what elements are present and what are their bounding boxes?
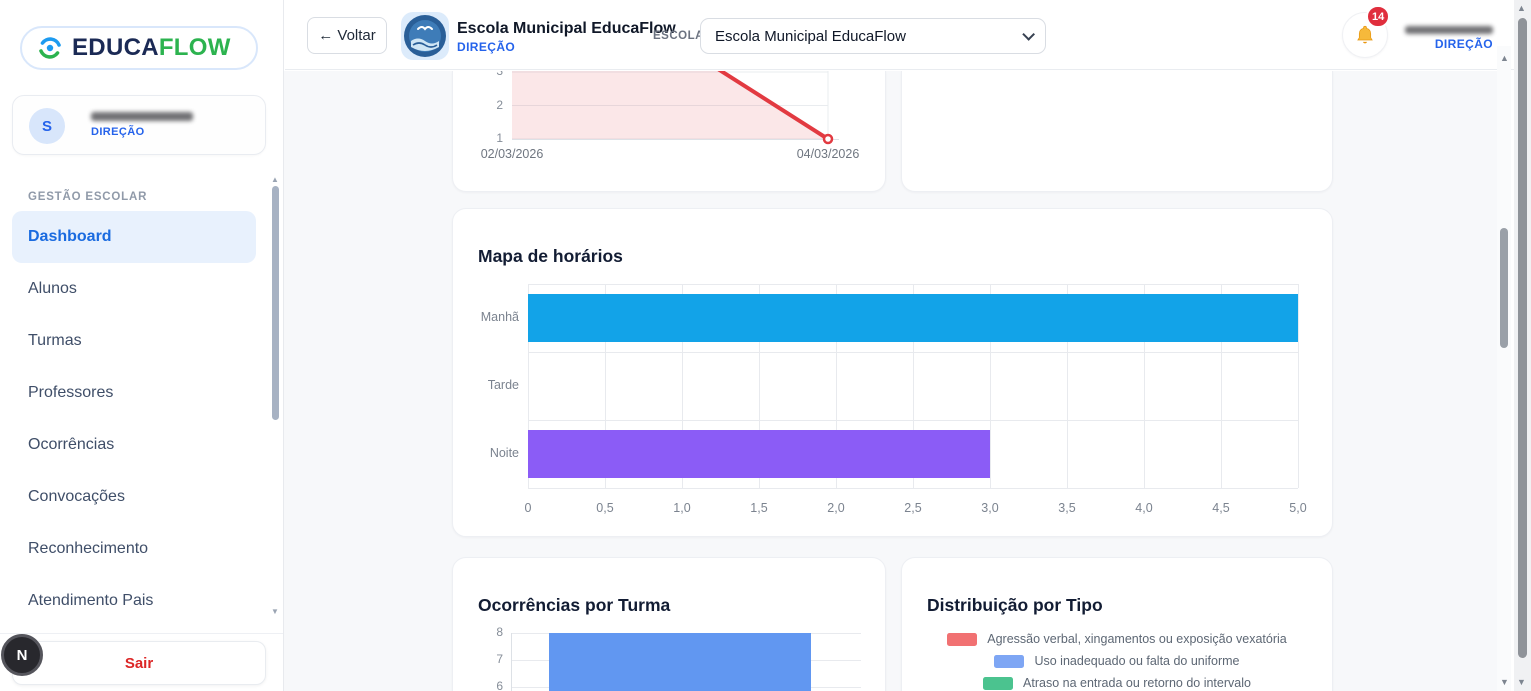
legend-swatch (994, 655, 1024, 668)
notification-count-badge: 14 (1366, 5, 1390, 28)
school-role-label: DIREÇÃO (457, 40, 515, 54)
line-x-tick: 02/03/2026 (467, 147, 557, 161)
main-content: 3 2 1 02/03/2026 04/03/2026 Mapa de horário… (284, 71, 1497, 691)
legend-swatch (947, 633, 977, 646)
bar-manha (528, 294, 1298, 342)
top-header: ← Voltar Escola Municipal EducaFlow DIRE… (285, 0, 1514, 70)
legend-label: Agressão verbal, xingamentos ou exposiçã… (987, 632, 1286, 646)
grid-line (528, 420, 1298, 421)
distribuicao-tipo-legend: Agressão verbal, xingamentos ou exposiçã… (902, 628, 1332, 691)
turma-y-tick: 7 (481, 652, 503, 666)
mapa-x-tick: 2,5 (893, 501, 933, 515)
back-button[interactable]: ← Voltar (307, 17, 387, 54)
grid-line (528, 488, 1298, 489)
school-select-label: ESCOLA (653, 30, 704, 42)
redacted-user-name (91, 112, 193, 121)
footer-avatar[interactable]: N (1, 634, 43, 676)
legend-item: Uso inadequado ou falta do uniforme (902, 650, 1332, 672)
line-y-tick: 2 (473, 98, 503, 112)
mapa-horarios-title: Mapa de horários (478, 246, 623, 267)
app-window: EDUCAFLOW S DIREÇÃO GESTÃO ESCOLAR Dashb… (0, 0, 1531, 691)
sidebar-nav: DashboardAlunosTurmasProfessoresOcorrênc… (12, 211, 256, 627)
grid-line (528, 284, 1298, 285)
header-user-role: DIREÇÃO (1403, 37, 1493, 51)
school-select[interactable]: Escola Municipal EducaFlow (700, 18, 1046, 54)
distribuicao-tipo-title: Distribuição por Tipo (927, 595, 1103, 616)
redacted-header-user-name (1405, 26, 1493, 34)
sidebar-item-ocorrencias[interactable]: Ocorrências (12, 419, 256, 471)
window-scrollbar[interactable]: ▲ ▼ (1514, 0, 1531, 691)
bar-noite (528, 430, 990, 478)
turma-y-tick: 6 (481, 679, 503, 691)
mapa-x-tick: 1,0 (662, 501, 702, 515)
ocorrencias-turma-chart: 876 (511, 633, 861, 691)
sidebar-item-turmas[interactable]: Turmas (12, 315, 256, 367)
mapa-x-tick: 3,0 (970, 501, 1010, 515)
mapa-category-label: Manhã (453, 310, 519, 324)
mapa-horarios-card: Mapa de horários Manhã Tarde Noite 0 0,5 1,0… (452, 208, 1333, 537)
content-scrollbar[interactable]: ▲ ▼ (1497, 46, 1511, 691)
window-scroll-down-icon[interactable]: ▼ (1517, 678, 1526, 687)
sidebar-item-alunos[interactable]: Alunos (12, 263, 256, 315)
sidebar-user-card[interactable]: S DIREÇÃO (12, 95, 266, 155)
line-y-tick: 1 (473, 131, 503, 145)
legend-label: Atraso na entrada ou retorno do interval… (1023, 676, 1251, 690)
line-chart-card: 3 2 1 02/03/2026 04/03/2026 (452, 71, 886, 192)
ocorrencias-turma-title: Ocorrências por Turma (478, 595, 670, 616)
bar-turma (549, 633, 811, 691)
mapa-category-label: Noite (453, 446, 519, 460)
content-scrollbar-thumb[interactable] (1500, 228, 1508, 348)
turma-y-tick: 8 (481, 625, 503, 639)
school-name: Escola Municipal EducaFlow (457, 20, 676, 38)
line-x-tick: 04/03/2026 (783, 147, 873, 161)
logout-button[interactable]: Sair (125, 655, 153, 672)
mapa-x-tick: 1,5 (739, 501, 779, 515)
content-scroll-up-icon[interactable]: ▲ (1500, 54, 1509, 63)
sidebar-scroll-down-icon[interactable]: ▼ (271, 608, 279, 616)
educaflow-swirl-icon (37, 35, 63, 61)
chevron-down-icon (1022, 28, 1035, 41)
line-chart (453, 71, 887, 192)
mapa-horarios-chart (528, 284, 1298, 488)
window-scroll-up-icon[interactable]: ▲ (1517, 4, 1526, 13)
empty-card (901, 71, 1333, 192)
user-role-label: DIREÇÃO (91, 126, 145, 138)
ocorrencias-turma-card: Ocorrências por Turma 876 (452, 557, 886, 691)
grid-line (528, 352, 1298, 353)
axis-line (511, 633, 512, 691)
mapa-x-tick: 2,0 (816, 501, 856, 515)
legend-swatch (983, 677, 1013, 690)
school-logo (401, 12, 449, 60)
mapa-category-label: Tarde (453, 378, 519, 392)
sidebar-footer: Sair N (0, 633, 283, 691)
sidebar-item-dashboard[interactable]: Dashboard (12, 211, 256, 263)
mapa-x-tick: 0 (508, 501, 548, 515)
legend-item: Agressão verbal, xingamentos ou exposiçã… (902, 628, 1332, 650)
content-scroll-down-icon[interactable]: ▼ (1500, 678, 1509, 687)
sidebar-item-convocacoes[interactable]: Convocações (12, 471, 256, 523)
sidebar-item-reconhecimento[interactable]: Reconhecimento (12, 523, 256, 575)
legend-item: Atraso na entrada ou retorno do interval… (902, 672, 1332, 691)
sidebar-item-atendimento-pais[interactable]: Atendimento Pais (12, 575, 256, 627)
mapa-x-tick: 4,0 (1124, 501, 1164, 515)
sidebar: EDUCAFLOW S DIREÇÃO GESTÃO ESCOLAR Dashb… (0, 0, 284, 691)
brand-wordmark: EDUCAFLOW (72, 34, 231, 62)
school-select-value: Escola Municipal EducaFlow (715, 28, 906, 45)
app-logo: EDUCAFLOW (20, 26, 258, 70)
mapa-x-tick: 5,0 (1278, 501, 1318, 515)
mapa-x-tick: 3,5 (1047, 501, 1087, 515)
sidebar-scroll-up-icon[interactable]: ▲ (271, 176, 279, 184)
distribuicao-tipo-card: Distribuição por Tipo Agressão verbal, x… (901, 557, 1333, 691)
mapa-x-tick: 4,5 (1201, 501, 1241, 515)
window-scrollbar-thumb[interactable] (1518, 18, 1527, 658)
mapa-x-tick: 0,5 (585, 501, 625, 515)
sidebar-item-professores[interactable]: Professores (12, 367, 256, 419)
grid-line (1298, 284, 1299, 488)
legend-label: Uso inadequado ou falta do uniforme (1034, 654, 1239, 668)
sidebar-section-label: GESTÃO ESCOLAR (28, 191, 147, 203)
user-avatar: S (29, 108, 65, 144)
line-y-tick: 3 (473, 71, 503, 78)
logout-card: Sair (12, 641, 266, 685)
sidebar-scrollbar-thumb[interactable] (272, 186, 279, 420)
